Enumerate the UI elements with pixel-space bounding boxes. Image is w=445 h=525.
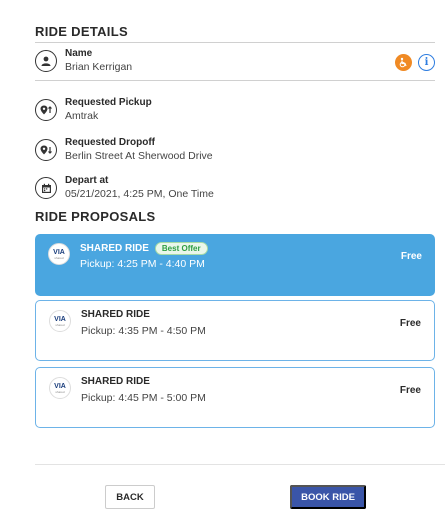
accessibility-icon[interactable] bbox=[395, 54, 412, 71]
ride-booking-panel: RIDE DETAILS Name Brian Kerrigan i Reque… bbox=[0, 0, 445, 525]
back-button[interactable]: BACK bbox=[105, 485, 155, 509]
info-icon[interactable]: i bbox=[418, 54, 435, 71]
ride-proposal-2[interactable]: VIA shared SHARED RIDE Pickup: 4:35 PM -… bbox=[35, 300, 435, 361]
dropoff-label: Requested Dropoff bbox=[65, 137, 155, 148]
ride-proposals-title: RIDE PROPOSALS bbox=[35, 209, 156, 224]
rider-info-icons: i bbox=[395, 54, 435, 71]
ride-pickup-time: Pickup: 4:35 PM - 4:50 PM bbox=[81, 325, 206, 337]
pickup-location-icon bbox=[35, 99, 57, 121]
ride-details-title: RIDE DETAILS bbox=[35, 24, 128, 39]
ride-proposal-1[interactable]: VIA shared SHARED RIDE Best Offer Pickup… bbox=[35, 234, 435, 296]
via-logo-icon: VIA shared bbox=[49, 377, 71, 399]
ride-name: SHARED RIDE bbox=[81, 376, 150, 387]
via-logo-icon: VIA shared bbox=[49, 310, 71, 332]
footer-divider bbox=[35, 464, 445, 465]
ride-details-divider bbox=[35, 42, 435, 43]
name-divider bbox=[35, 80, 435, 81]
ride-name: SHARED RIDE Best Offer bbox=[80, 242, 208, 255]
ride-pickup-time: Pickup: 4:25 PM - 4:40 PM bbox=[80, 258, 205, 270]
ride-price: Free bbox=[399, 318, 421, 329]
pickup-label: Requested Pickup bbox=[65, 97, 152, 108]
name-row: Name Brian Kerrigan i bbox=[35, 48, 435, 82]
depart-value: 05/21/2021, 4:25 PM, One Time bbox=[65, 188, 214, 200]
ride-proposal-3[interactable]: VIA shared SHARED RIDE Pickup: 4:45 PM -… bbox=[35, 367, 435, 428]
ride-price: Free bbox=[399, 385, 421, 396]
person-icon bbox=[35, 50, 57, 72]
ride-price: Free bbox=[400, 251, 422, 262]
name-label: Name bbox=[65, 48, 93, 59]
dropoff-value: Berlin Street At Sherwood Drive bbox=[65, 150, 213, 162]
dropoff-location-icon bbox=[35, 139, 57, 161]
book-ride-button[interactable]: BOOK RIDE bbox=[290, 485, 366, 509]
calendar-icon bbox=[35, 177, 57, 199]
depart-row: Depart at 05/21/2021, 4:25 PM, One Time bbox=[35, 175, 435, 209]
depart-label: Depart at bbox=[65, 175, 109, 186]
name-value: Brian Kerrigan bbox=[65, 61, 133, 73]
ride-name: SHARED RIDE bbox=[81, 309, 150, 320]
pickup-value: Amtrak bbox=[65, 110, 99, 122]
pickup-row: Requested Pickup Amtrak bbox=[35, 97, 435, 131]
via-logo-icon: VIA shared bbox=[48, 243, 70, 265]
best-offer-badge: Best Offer bbox=[154, 242, 208, 255]
ride-pickup-time: Pickup: 4:45 PM - 5:00 PM bbox=[81, 392, 206, 404]
dropoff-row: Requested Dropoff Berlin Street At Sherw… bbox=[35, 137, 435, 171]
